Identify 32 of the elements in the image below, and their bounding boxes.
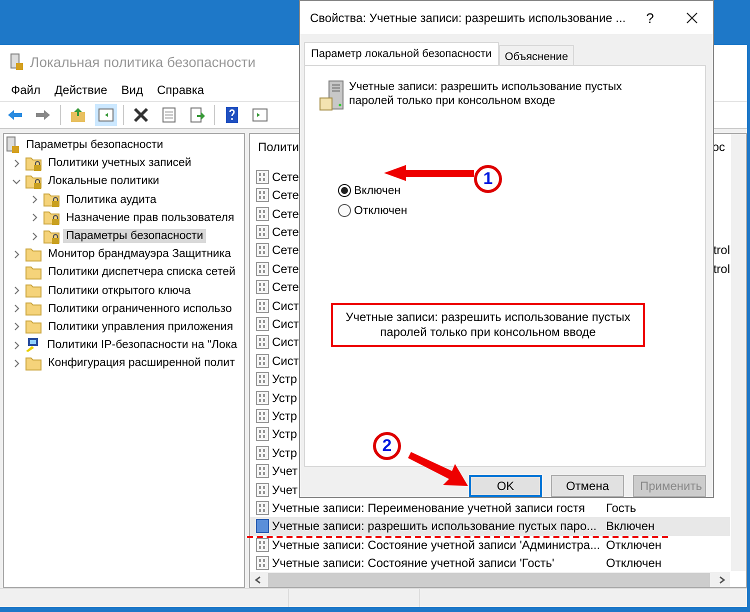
- policy-name: Сист: [272, 298, 299, 313]
- policy-name: Учет: [272, 464, 298, 478]
- policy-value: trol: [713, 243, 730, 258]
- policy-name: Устр: [272, 390, 297, 405]
- policy-value: trol: [713, 262, 730, 276]
- policy-name: Сете: [272, 262, 299, 276]
- callout-text: Учетные записи: разрешить использование пустых паролей только при консольном вводе: [344, 310, 632, 340]
- policy-name: Сете: [272, 243, 299, 258]
- policy-name: Учетные записи: разрешить использование пустых паро...: [272, 519, 598, 534]
- policy-name: Сете: [272, 280, 299, 294]
- policy-value: Включен: [606, 519, 655, 534]
- policy-name: Сете: [272, 188, 299, 202]
- dialog-title: Свойства: Учетные записи: разрешить использование ...: [310, 10, 627, 24]
- window-title: Локальная политика безопасности: [30, 54, 256, 70]
- policy-name: Сист: [272, 335, 299, 350]
- policy-name: Сист: [272, 354, 299, 368]
- policy-name: Устр: [272, 446, 297, 460]
- policy-name: Учет: [272, 482, 298, 497]
- policy-value: Отключен: [606, 538, 662, 552]
- policy-name: Сете: [272, 225, 299, 240]
- policy-value: Гость: [606, 500, 636, 515]
- policy-name: Сист: [272, 317, 299, 332]
- policy-name: Учетные записи: Состояние учетной записи 'Администра...: [272, 538, 602, 552]
- policy-value: Отключен: [606, 556, 662, 570]
- policy-name: Устр: [272, 427, 297, 442]
- policy-description: Учетные записи: разрешить использование пустых паролей только при консольном входе: [349, 80, 623, 109]
- policy-name: Сете: [272, 206, 299, 221]
- policy-name: Учетные записи: Переименование учетной записи гостя: [272, 500, 586, 515]
- policy-name: Сете: [272, 170, 299, 184]
- policy-name: Учетные записи: Состояние учетной записи 'Гость': [272, 556, 556, 570]
- policy-name: Устр: [272, 372, 297, 386]
- policy-name: Устр: [272, 408, 297, 423]
